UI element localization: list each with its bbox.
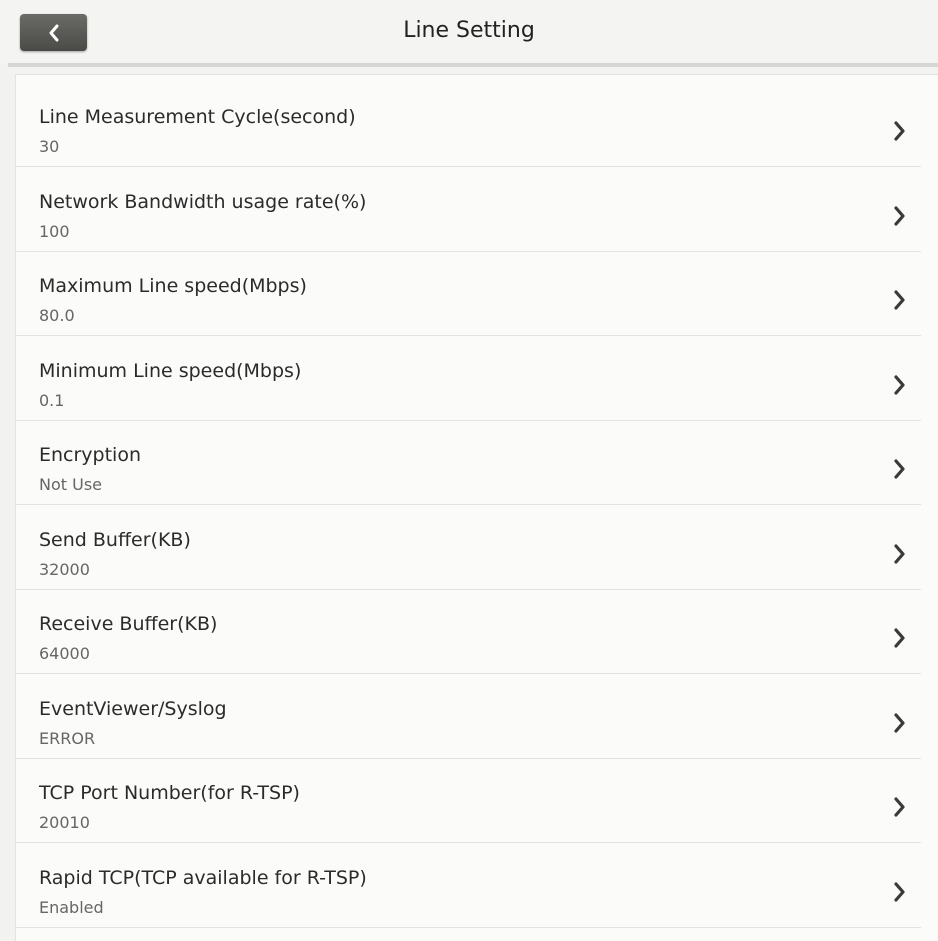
setting-row[interactable]: TCP Port Number(for R-TSP) 20010	[15, 758, 921, 843]
setting-label: TCP Port Number(for R-TSP)	[39, 782, 300, 804]
setting-row[interactable]: Rapid TCP(TCP available for R-TSP) Enable…	[15, 843, 921, 928]
setting-label: Line Measurement Cycle(second)	[39, 106, 356, 128]
setting-value: 0.1	[39, 390, 65, 410]
page-title: Line Setting	[403, 18, 535, 43]
chevron-right-icon	[894, 290, 905, 310]
setting-row[interactable]: Encryption Not Use	[15, 420, 921, 505]
setting-value: 100	[39, 221, 70, 241]
setting-label: Network Bandwidth usage rate(%)	[39, 190, 367, 213]
setting-label: Minimum Line speed(Mbps)	[39, 359, 302, 382]
setting-label: Maximum Line speed(Mbps)	[39, 275, 307, 297]
setting-row[interactable]: EventViewer/Syslog ERROR	[15, 674, 921, 759]
chevron-right-icon	[894, 121, 905, 141]
setting-label: Send Buffer(KB)	[39, 528, 191, 551]
chevron-right-icon	[894, 881, 905, 902]
setting-label: Receive Buffer(KB)	[39, 613, 218, 635]
chevron-right-icon	[894, 712, 905, 733]
setting-row[interactable]: Send Buffer(KB) 32000	[15, 505, 921, 590]
chevron-right-icon	[894, 205, 905, 226]
setting-row[interactable]: Receive Buffer(KB) 64000	[15, 589, 921, 674]
setting-value: 30	[39, 137, 60, 156]
setting-value: 80.0	[39, 306, 75, 325]
chevron-right-icon	[894, 374, 905, 395]
header-divider	[8, 63, 938, 67]
setting-label: Encryption	[39, 444, 142, 466]
chevron-right-icon	[894, 459, 905, 479]
setting-row[interactable]: Maximum Line speed(Mbps) 80.0	[15, 251, 921, 336]
setting-value: ERROR	[39, 728, 96, 748]
setting-value: Not Use	[39, 475, 103, 494]
setting-label: Rapid TCP(TCP available for R-TSP)	[39, 866, 367, 889]
chevron-right-icon	[894, 543, 905, 564]
setting-row[interactable]: Minimum Line speed(Mbps) 0.1	[15, 336, 921, 421]
setting-value: 32000	[39, 559, 90, 579]
setting-label: EventViewer/Syslog	[39, 697, 227, 720]
chevron-right-icon	[894, 797, 905, 817]
setting-row[interactable]: Line Measurement Cycle(second) 30	[15, 82, 921, 167]
chevron-right-icon	[894, 628, 905, 648]
setting-value: 20010	[39, 813, 90, 832]
setting-row[interactable]: Network Bandwidth usage rate(%) 100	[15, 167, 921, 252]
header-bar: Line Setting	[0, 0, 938, 64]
setting-value: Enabled	[39, 897, 104, 917]
setting-value: 64000	[39, 644, 90, 663]
